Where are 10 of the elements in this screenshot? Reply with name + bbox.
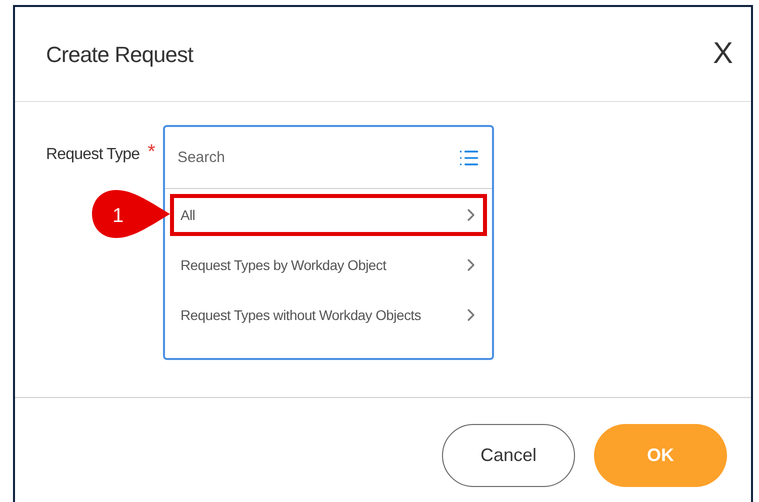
step-callout: 1 [92,190,172,238]
required-asterisk: * [148,142,156,165]
option-item[interactable]: Request Types by Workday Object [170,244,488,286]
field-label: Request Type [46,145,140,165]
option-item[interactable]: All [170,194,488,236]
dialog-title: Create Request [46,40,194,69]
close-button[interactable]: X [712,39,733,69]
search-field[interactable]: Search [177,138,458,178]
cancel-button[interactable]: Cancel [442,424,575,487]
option-item[interactable]: Request Types without Workday Objects [170,294,488,336]
